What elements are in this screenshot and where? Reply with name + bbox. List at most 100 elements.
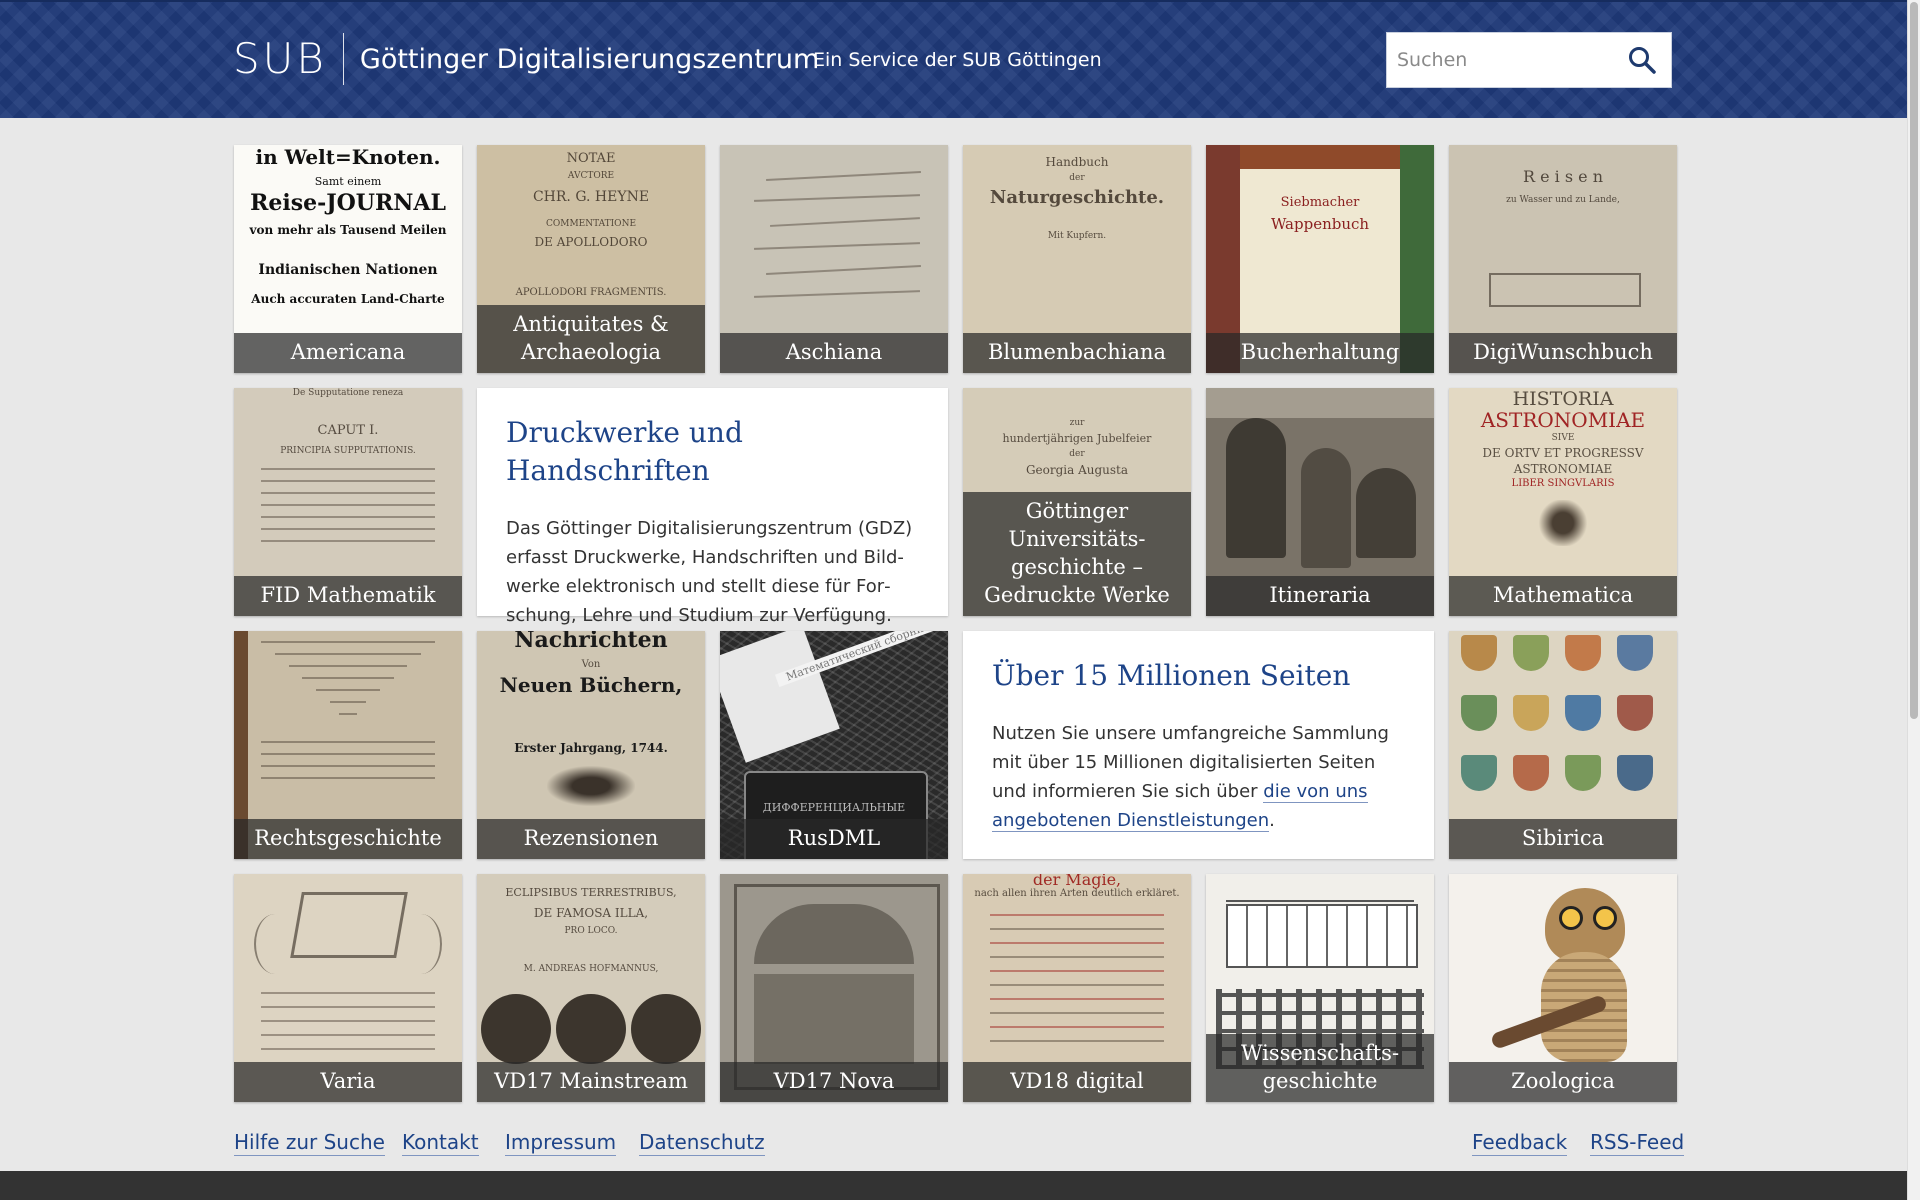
thumb-line: PRO LOCO. xyxy=(564,926,618,936)
collection-label: Bucherhaltung xyxy=(1206,333,1434,373)
collection-tile-blumenbachiana[interactable]: Handbuch der Naturgeschichte. Mit Kupfer… xyxy=(963,145,1191,373)
footer-link-hilfe[interactable]: Hilfe zur Suche xyxy=(234,1129,385,1156)
thumb-line: der xyxy=(1069,173,1085,183)
info-text: Das Göttinger Digitalisierungszentrum (G… xyxy=(506,518,913,626)
collection-label: RusDML xyxy=(720,819,948,859)
thumb-line: ASTRONOMIAE xyxy=(1480,408,1646,432)
collection-tile-fid-mathematik[interactable]: De Supputatione reneza CAPUT I. PRINCIPI… xyxy=(234,388,462,616)
thumb-line: R e i s e n xyxy=(1522,167,1604,186)
thumb-line: der xyxy=(1069,449,1085,459)
thumb-line: Mit Kupfern. xyxy=(1047,231,1107,241)
thumb-line: DE FAMOSA ILLA, xyxy=(533,906,649,920)
thumb-line: APOLLODORI FRAGMENTIS. xyxy=(515,287,667,298)
thumb-line: zu Wasser und zu Lande, xyxy=(1506,195,1620,205)
thumb-line: ECLIPSIBUS TERRESTRIBUS, xyxy=(505,886,677,899)
collection-tile-zoologica[interactable]: Zoologica xyxy=(1449,874,1677,1102)
collection-label: Zoologica xyxy=(1449,1062,1677,1102)
thumb-line: DE ORTV ET PROGRESSV xyxy=(1482,446,1644,460)
collection-label: VD17 Nova xyxy=(720,1062,948,1102)
thumb-line: hundertjährigen Jubelfeier xyxy=(1002,432,1152,445)
info-box-seiten: Über 15 Millionen Seiten Nutzen Sie unse… xyxy=(963,631,1434,859)
thumb-line: ДИФФЕРЕНЦИАЛЬНЫЕ xyxy=(762,801,906,814)
thumb-line: in Welt=Knoten. xyxy=(255,145,441,169)
search-box xyxy=(1386,32,1672,88)
search-button[interactable] xyxy=(1613,33,1671,87)
collection-tile-sibirica[interactable]: Sibirica xyxy=(1449,631,1677,859)
collection-label: Mathematica xyxy=(1449,576,1677,616)
collection-label: Aschiana xyxy=(720,333,948,373)
collection-tile-vd17-nova[interactable]: VD17 Nova xyxy=(720,874,948,1102)
collection-label: Göttinger Universitäts-geschichte – Gedr… xyxy=(963,492,1191,616)
collection-tile-aschiana[interactable]: Aschiana xyxy=(720,145,948,373)
collection-grid: in Welt=Knoten. Samt einem Reise-JOURNAL… xyxy=(234,145,1677,1102)
site-title: Göttinger Digitalisierungszentrum xyxy=(359,43,820,75)
collection-tile-bucherhaltung[interactable]: Siebmacher Wappenbuch Bucherhaltung xyxy=(1206,145,1434,373)
footer-link-impressum[interactable]: Impressum xyxy=(505,1129,617,1156)
page-scrollbar[interactable] xyxy=(1907,0,1920,1200)
info-heading: Druckwerke und Handschriften xyxy=(506,416,743,487)
thumb-line: Neuen Büchern, xyxy=(499,673,683,697)
collection-tile-rezensionen[interactable]: Nachrichten Von Neuen Büchern, Erster Ja… xyxy=(477,631,705,859)
thumb-line: HISTORIA xyxy=(1512,388,1614,410)
thumb-line: M. ANDREAS HOFMANNUS, xyxy=(523,964,659,974)
collection-tile-universitaetsgeschichte[interactable]: zur hundertjährigen Jubelfeier der Georg… xyxy=(963,388,1191,616)
thumb-line: Handbuch xyxy=(1045,155,1109,169)
site-header: SUB Göttinger Digitalisierungszentrum Ei… xyxy=(0,0,1907,118)
collection-label: VD17 Mainstream xyxy=(477,1062,705,1102)
thumb-line: CAPUT I. xyxy=(317,423,379,438)
collection-label: Itineraria xyxy=(1206,576,1434,616)
footer-bar xyxy=(0,1171,1907,1200)
collection-tile-antiquitates[interactable]: NOTAE AVCTORE CHR. G. HEYNE COMMENTATION… xyxy=(477,145,705,373)
scrollbar-thumb[interactable] xyxy=(1910,2,1918,719)
collection-tile-wissenschaftsgeschichte[interactable]: Wissenschafts-geschichte xyxy=(1206,874,1434,1102)
collection-tile-rusdml[interactable]: Математический сборник ДИФФЕРЕНЦИАЛЬНЫЕ … xyxy=(720,631,948,859)
collection-label: Antiquitates & Archaeologia xyxy=(477,305,705,373)
thumb-line: DE APOLLODORO xyxy=(534,235,648,249)
collection-tile-vd17-mainstream[interactable]: ECLIPSIBUS TERRESTRIBUS, DE FAMOSA ILLA,… xyxy=(477,874,705,1102)
collection-tile-rechtsgeschichte[interactable]: Rechtsgeschichte xyxy=(234,631,462,859)
collection-tile-vd18-digital[interactable]: der Magie, nach allen ihren Arten deutli… xyxy=(963,874,1191,1102)
collection-label: Rechtsgeschichte xyxy=(234,819,462,859)
search-input[interactable] xyxy=(1387,33,1613,87)
thumb-line: Samt einem xyxy=(314,175,382,188)
footer-link-feedback[interactable]: Feedback xyxy=(1472,1129,1568,1156)
collection-label: Blumenbachiana xyxy=(963,333,1191,373)
collection-label: FID Mathematik xyxy=(234,576,462,616)
thumb-line: Naturgeschichte. xyxy=(989,187,1165,208)
thumb-line: NOTAE xyxy=(566,151,616,166)
thumb-line: Von xyxy=(581,659,601,670)
thumb-line: LIBER SINGVLARIS xyxy=(1511,478,1615,489)
thumb-line: Indianischen Nationen xyxy=(258,262,438,278)
thumb-line: COMMENTATIONE xyxy=(545,219,637,229)
thumb-line: CHR. G. HEYNE xyxy=(532,189,650,205)
collection-tile-mathematica[interactable]: HISTORIA ASTRONOMIAE SIVE DE ORTV ET PRO… xyxy=(1449,388,1677,616)
thumb-line: AVCTORE xyxy=(567,171,615,181)
thumb-line: zur xyxy=(1069,418,1085,428)
thumb-line: Wappenbuch xyxy=(1270,215,1370,233)
thumb-line: ASTRONOMIAE xyxy=(1513,462,1613,476)
collection-tile-americana[interactable]: in Welt=Knoten. Samt einem Reise-JOURNAL… xyxy=(234,145,462,373)
thumb-line: Georgia Augusta xyxy=(1025,463,1129,477)
info-text-after: . xyxy=(1269,810,1275,831)
info-text: Nutzen Sie unsere umfangreiche Sammlung … xyxy=(992,719,1405,835)
thumb-line: nach allen ihren Arten deutlich erkläret… xyxy=(974,888,1180,899)
collection-label: Americana xyxy=(234,333,462,373)
thumb-line: Auch accuraten Land-Charte xyxy=(251,292,445,306)
footer-link-kontakt[interactable]: Kontakt xyxy=(402,1129,479,1156)
thumb-line: De Supputatione reneza xyxy=(292,388,404,398)
collection-tile-itineraria[interactable]: Itineraria xyxy=(1206,388,1434,616)
footer-nav: Hilfe zur Suche Kontakt Impressum Datens… xyxy=(234,1129,1685,1159)
collection-label: Sibirica xyxy=(1449,819,1677,859)
footer-link-datenschutz[interactable]: Datenschutz xyxy=(639,1129,765,1156)
thumb-line: Reise-JOURNAL xyxy=(250,190,446,216)
thumb-line: Erster Jahrgang, 1744. xyxy=(514,741,668,755)
info-box-druckwerke: Druckwerke und Handschriften Das Götting… xyxy=(477,388,948,626)
site-logo[interactable]: SUB Göttinger Digitalisierungszentrum xyxy=(233,32,819,86)
collection-tile-varia[interactable]: Varia xyxy=(234,874,462,1102)
thumb-line: PRINCIPIA SUPPUTATIONIS. xyxy=(280,446,416,456)
footer-link-rss[interactable]: RSS-Feed xyxy=(1590,1129,1685,1156)
thumb-line: Siebmacher xyxy=(1280,195,1360,210)
collection-label: DigiWunschbuch xyxy=(1449,333,1677,373)
collection-label: Rezensionen xyxy=(477,819,705,859)
collection-tile-digiwunschbuch[interactable]: R e i s e n zu Wasser und zu Lande, Digi… xyxy=(1449,145,1677,373)
